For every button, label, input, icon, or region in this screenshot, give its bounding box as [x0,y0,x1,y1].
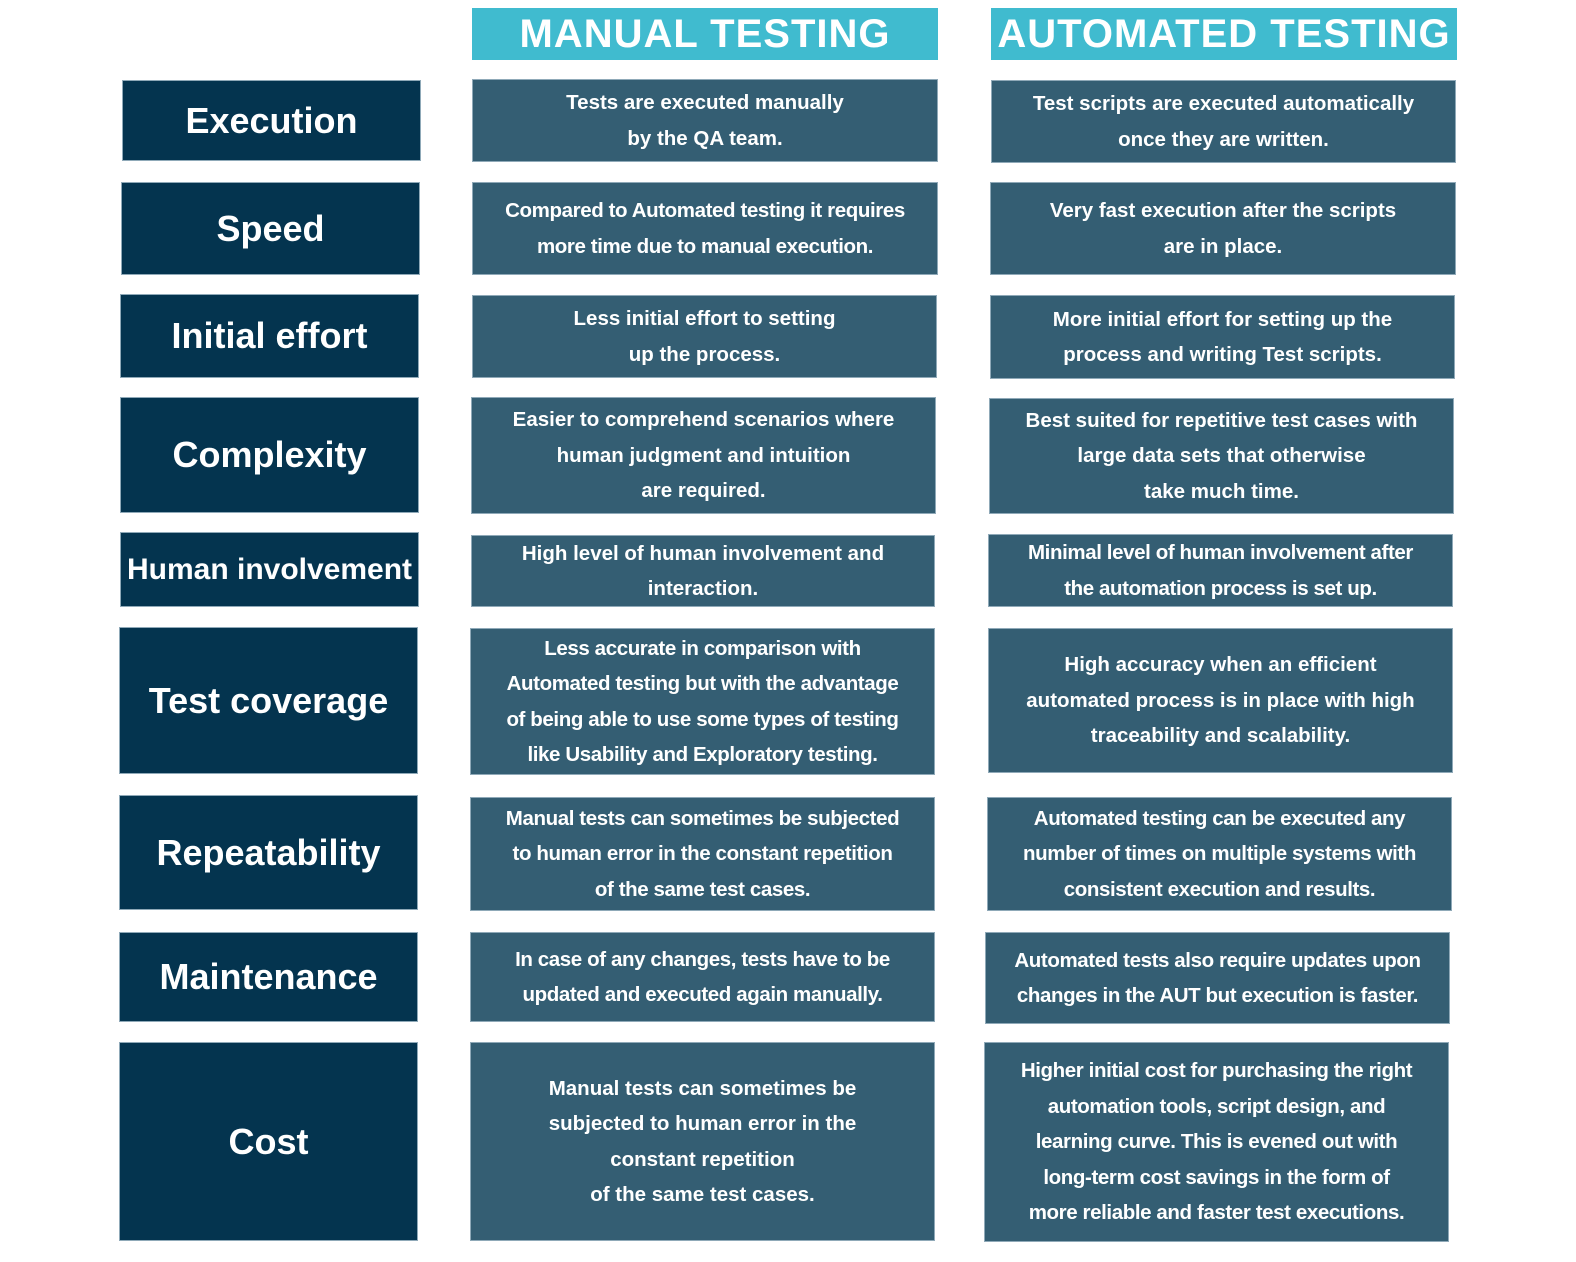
cell-text: Best suited for repetitive test cases wi… [1025,408,1418,503]
manual-cell-test-coverage: Less accurate in comparison with Automat… [470,628,935,775]
row-label-repeatability: Repeatability [119,795,418,910]
automated-cell-cost: Higher initial cost for purchasing the r… [984,1042,1449,1242]
automated-cell-human-involvement: Minimal level of human involvement after… [988,534,1453,607]
row-label-text: Speed [216,207,325,249]
automated-cell-complexity: Best suited for repetitive test cases wi… [989,398,1454,514]
manual-cell-execution: Tests are executed manually by the QA te… [472,79,938,162]
automated-cell-initial-effort: More initial effort for setting up the p… [990,295,1455,379]
automated-cell-repeatability: Automated testing can be executed any nu… [987,797,1452,911]
automated-cell-speed: Very fast execution after the scripts ar… [990,182,1456,275]
cell-text: Easier to comprehend scenarios where hum… [512,408,895,503]
row-label-text: Complexity [172,434,367,475]
manual-cell-speed: Compared to Automated testing it require… [472,182,938,275]
cell-text: Compared to Automated testing it require… [505,199,905,258]
column-header-manual-testing-text: MANUAL TESTING [519,11,891,56]
automated-cell-execution: Test scripts are executed automatically … [991,80,1456,163]
row-label-text: Initial effort [171,315,368,356]
cell-text: High accuracy when an efficient automate… [1026,653,1415,748]
cell-text: More initial effort for setting up the p… [1052,307,1393,367]
row-label-text: Repeatability [156,831,381,873]
row-label-initial-effort: Initial effort [120,294,419,378]
cell-text: High level of human involvement and inte… [521,541,885,601]
row-label-text: Test coverage [148,679,389,721]
cell-text: In case of any changes, tests have to be… [515,947,890,1007]
manual-cell-complexity: Easier to comprehend scenarios where hum… [471,397,936,514]
cell-text: Less accurate in comparison with Automat… [506,636,899,767]
manual-cell-cost: Manual tests can sometimes be subjected … [470,1042,935,1241]
column-header-manual-testing: MANUAL TESTING [472,8,938,60]
cell-text: Very fast execution after the scripts ar… [1049,199,1397,258]
manual-cell-human-involvement: High level of human involvement and inte… [471,535,935,607]
row-label-speed: Speed [121,182,420,275]
cell-text: Automated tests also require updates upo… [1014,948,1421,1008]
manual-cell-initial-effort: Less initial effort to setting up the pr… [472,295,937,378]
automated-cell-maintenance: Automated tests also require updates upo… [985,932,1450,1024]
cell-text: Minimal level of human involvement after… [1028,541,1413,600]
column-header-automated-testing: AUTOMATED TESTING [991,8,1457,60]
row-label-complexity: Complexity [120,397,419,513]
row-label-text: Human involvement [126,552,413,586]
cell-text: Less initial effort to setting up the pr… [573,307,836,366]
cell-text: Tests are executed manually by the QA te… [566,91,844,150]
cell-text: Test scripts are executed automatically … [1032,92,1415,151]
column-header-automated-testing-text: AUTOMATED TESTING [997,11,1451,56]
automated-cell-test-coverage: High accuracy when an efficient automate… [988,628,1453,773]
manual-cell-repeatability: Manual tests can sometimes be subjected … [470,797,935,911]
row-label-maintenance: Maintenance [119,932,418,1022]
manual-cell-maintenance: In case of any changes, tests have to be… [470,932,935,1022]
row-label-execution: Execution [122,80,421,161]
cell-text: Automated testing can be executed any nu… [1023,806,1416,901]
cell-text: Higher initial cost for purchasing the r… [1020,1059,1413,1225]
row-label-text: Execution [185,99,358,141]
row-label-cost: Cost [119,1042,418,1241]
row-label-text: Maintenance [159,956,378,997]
row-label-text: Cost [228,1120,309,1162]
row-label-test-coverage: Test coverage [119,627,418,774]
cell-text: Manual tests can sometimes be subjected … [505,806,900,901]
cell-text: Manual tests can sometimes be subjected … [548,1076,857,1207]
row-label-human-involvement: Human involvement [120,532,419,607]
